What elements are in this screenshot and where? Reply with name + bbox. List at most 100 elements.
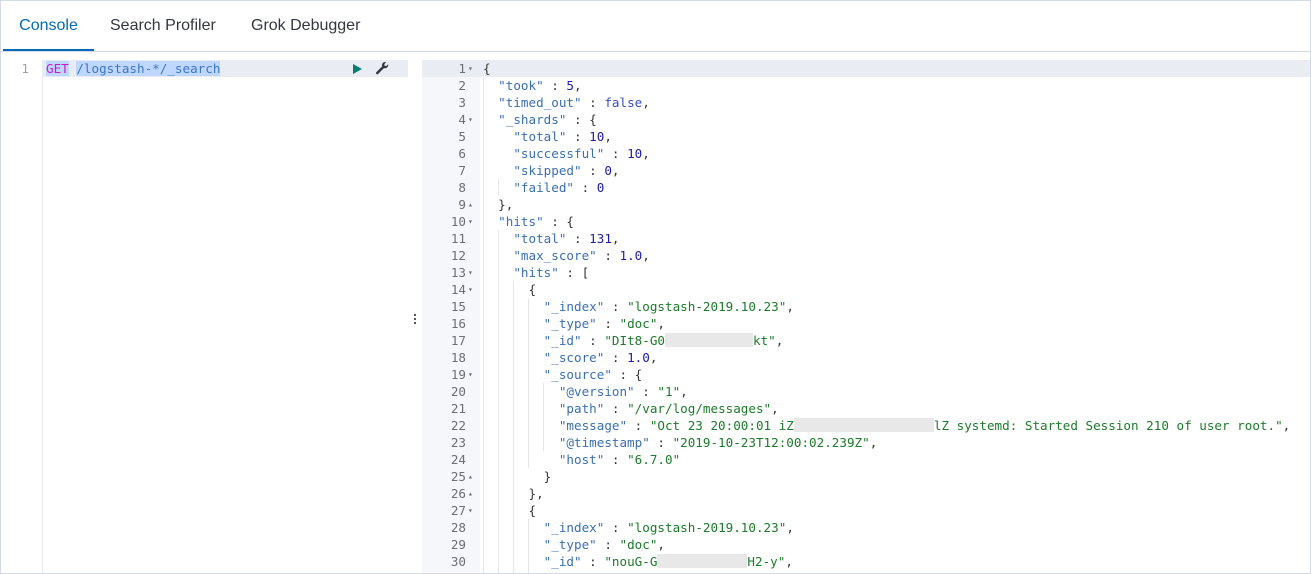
code-token: ,: [657, 316, 665, 331]
line-content: "total" : 10,: [483, 128, 612, 145]
code-token: "failed": [483, 180, 574, 195]
line-number: 22: [450, 418, 466, 433]
line-content: "_shards" : {: [483, 111, 597, 128]
code-token: : {: [611, 367, 643, 382]
line-number: 3: [458, 95, 466, 110]
code-token: "took": [483, 78, 544, 93]
code-token: ,: [771, 401, 779, 416]
code-token: lZ systemd: Started Session 210 of user …: [933, 418, 1283, 433]
redacted-block: [665, 333, 753, 347]
line-content: },: [483, 485, 543, 502]
line-content: "@version" : "1",: [483, 383, 688, 400]
request-line[interactable]: GET /logstash-*/_search: [46, 61, 221, 77]
code-token: false: [604, 95, 643, 110]
fold-close-icon[interactable]: ▴: [468, 485, 476, 502]
line-content: "_type" : "doc",: [483, 536, 665, 553]
line-number: 19: [450, 367, 466, 382]
fold-open-icon[interactable]: ▾: [468, 213, 476, 230]
wrench-icon[interactable]: [375, 61, 389, 75]
active-line-highlight: [422, 60, 1310, 77]
response-viewer[interactable]: 1 ▾{2 "took" : 5, 3 "timed_out" : false, 4 ▾…: [422, 52, 1310, 573]
line-number: 4: [458, 112, 466, 127]
line-number: 14: [450, 282, 466, 297]
line-number: 29: [450, 537, 466, 552]
code-token: "nouG-G: [604, 554, 658, 569]
fold-open-icon[interactable]: ▾: [468, 281, 476, 298]
line-number: 12: [450, 248, 466, 263]
request-gutter: 1: [1, 60, 43, 573]
line-content: {: [483, 281, 536, 298]
code-token: H2-y": [747, 554, 786, 569]
code-token: :: [566, 129, 590, 144]
fold-close-icon[interactable]: ▴: [468, 196, 476, 213]
code-token: "@version": [483, 384, 635, 399]
tab-search-profiler[interactable]: Search Profiler: [110, 1, 216, 49]
code-token: ,: [786, 520, 794, 535]
line-content: "timed_out" : false,: [483, 94, 650, 111]
dev-tools-window: Console Search Profiler Grok Debugger 1 …: [0, 0, 1311, 574]
code-token: :: [627, 418, 650, 433]
code-token: : {: [566, 112, 597, 127]
fold-open-icon[interactable]: ▾: [468, 366, 476, 383]
fold-open-icon[interactable]: ▾: [468, 264, 476, 281]
line-number: 23: [450, 435, 466, 450]
tab-grok-debugger[interactable]: Grok Debugger: [251, 1, 360, 49]
code-token: "_index": [483, 299, 605, 314]
fold-open-icon[interactable]: ▾: [468, 111, 476, 128]
line-content: "_id" : "nouG-G H2-y",: [483, 553, 793, 570]
request-editor[interactable]: 1 GET /logstash-*/_search: [1, 52, 408, 573]
code-token: :: [581, 163, 605, 178]
line-content: "@timestamp" : "2019-10-23T12:00:02.239Z…: [483, 434, 877, 451]
fold-open-icon[interactable]: ▾: [468, 502, 476, 519]
play-icon[interactable]: [353, 64, 362, 74]
line-content: {: [483, 502, 536, 519]
fold-open-icon[interactable]: ▾: [468, 60, 476, 77]
code-token: :: [604, 401, 628, 416]
line-number: 17: [450, 333, 466, 348]
line-number: 1: [21, 61, 29, 76]
code-token: },: [483, 197, 514, 212]
line-content: "total" : 131,: [483, 230, 620, 247]
pane-resizer[interactable]: [409, 52, 421, 573]
code-token: "6.7.0": [627, 452, 681, 467]
line-content: "_source" : {: [483, 366, 643, 383]
code-token: 1.0: [619, 248, 643, 263]
line-content: "max_score" : 1.0,: [483, 247, 650, 264]
code-token: :: [604, 350, 628, 365]
line-number: 2: [458, 78, 466, 93]
line-number: 15: [450, 299, 466, 314]
line-number: 5: [458, 129, 466, 144]
code-token: {: [483, 61, 491, 76]
code-token: ,: [785, 554, 793, 569]
code-token: ,: [611, 231, 620, 246]
code-token: :: [581, 333, 605, 348]
line-number: 21: [450, 401, 466, 416]
fold-close-icon[interactable]: ▴: [468, 468, 476, 485]
line-content: "message" : "Oct 23 20:00:01 iZ lZ system…: [483, 417, 1290, 434]
code-token: "timed_out": [483, 95, 582, 110]
request-method: GET: [46, 61, 69, 76]
code-token: "Oct 23 20:00:01 iZ: [649, 418, 794, 433]
code-token: 5: [566, 78, 575, 93]
code-token: :: [604, 299, 628, 314]
code-token: :: [574, 180, 597, 195]
code-token: "doc": [619, 537, 658, 552]
code-token: ,: [869, 435, 878, 450]
code-token: "total": [483, 231, 567, 246]
code-token: ,: [649, 350, 658, 365]
tab-console[interactable]: Console: [3, 1, 94, 51]
code-token: 1.0: [627, 350, 650, 365]
code-token: ,: [604, 129, 612, 144]
code-token: "logstash-2019.10.23": [627, 299, 787, 314]
code-token: :: [604, 452, 628, 467]
code-token: "host": [483, 452, 605, 467]
line-content: "_score" : 1.0,: [483, 349, 658, 366]
line-content: "took" : 5,: [483, 77, 581, 94]
line-content: "skipped" : 0,: [483, 162, 619, 179]
line-number: 8: [458, 180, 466, 195]
line-content: "failed" : 0: [483, 179, 604, 196]
code-token: "_id": [483, 554, 582, 569]
code-token: ,: [680, 384, 688, 399]
code-token: :: [581, 554, 605, 569]
code-token: "logstash-2019.10.23": [627, 520, 787, 535]
